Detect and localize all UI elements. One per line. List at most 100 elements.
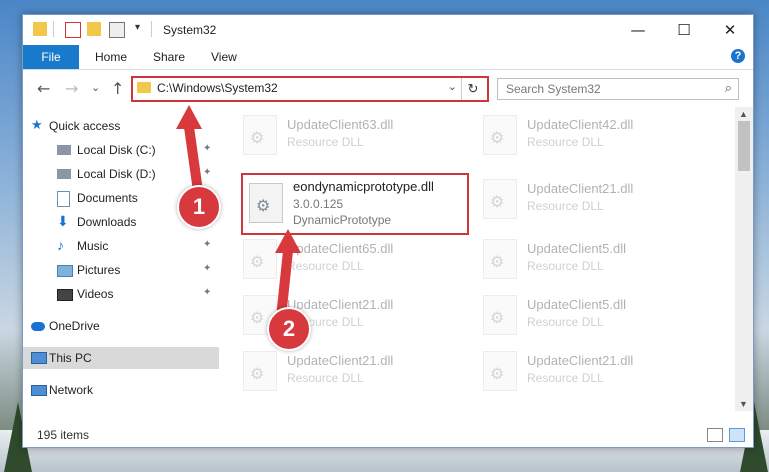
star-icon: ★ — [31, 117, 43, 132]
downloads-icon: ⬇ — [57, 213, 69, 229]
search-input[interactable]: Search System32 ⌕ — [497, 78, 739, 100]
item-count: 195 items — [37, 428, 90, 442]
file-type: Resource DLL — [287, 259, 364, 273]
file-name: UpdateClient5.dll — [527, 297, 627, 312]
file-item-selected[interactable]: ⚙ eondynamicprototype.dll 3.0.0.125 Dyna… — [241, 173, 469, 235]
pin-icon[interactable]: ✦ — [203, 263, 211, 274]
divider — [151, 21, 152, 37]
close-button[interactable]: ✕ — [707, 15, 753, 45]
navigation-bar: ← → ⌄ ↑ C:\Windows\System32 ⌄ ↻ Search S… — [23, 70, 753, 106]
file-item[interactable]: ⚙ UpdateClient21.dll Resource DLL — [483, 347, 713, 397]
file-item[interactable]: ⚙ UpdateClient5.dll Resource DLL — [483, 235, 713, 285]
file-name: UpdateClient5.dll — [527, 241, 627, 256]
cloud-icon — [31, 322, 45, 331]
window-title: System32 — [163, 23, 217, 37]
up-button[interactable]: ↑ — [111, 79, 124, 98]
sidebar-item-music[interactable]: ♪ Music ✦ — [23, 235, 219, 257]
file-type: Resource DLL — [527, 135, 604, 149]
sidebar-item-label: OneDrive — [49, 319, 100, 333]
properties-icon[interactable] — [65, 22, 81, 38]
file-type: Resource DLL — [287, 135, 364, 149]
forward-button[interactable]: → — [65, 79, 78, 98]
pin-icon[interactable]: ✦ — [203, 287, 211, 298]
sidebar-item-label: Local Disk (C:) — [77, 143, 156, 157]
minimize-button[interactable]: — — [615, 15, 661, 45]
sidebar-item-label: This PC — [49, 351, 92, 365]
file-description: DynamicPrototype — [293, 213, 392, 227]
file-name: UpdateClient65.dll — [287, 241, 394, 256]
tab-share[interactable]: Share — [153, 45, 185, 69]
annotation-arrow-head — [275, 229, 301, 253]
ribbon-tabs: File Home Share View ? — [23, 45, 753, 70]
help-icon[interactable]: ? — [731, 49, 745, 63]
dll-file-icon: ⚙ — [243, 351, 277, 391]
refresh-button[interactable]: ↻ — [461, 78, 484, 100]
status-bar: 195 items — [23, 421, 753, 447]
annotation-arrow-head — [176, 105, 202, 129]
scrollbar-thumb[interactable] — [738, 121, 750, 171]
sidebar-item-network[interactable]: Network — [23, 379, 219, 401]
sidebar-item-onedrive[interactable]: OneDrive — [23, 315, 219, 337]
sidebar-item-this-pc[interactable]: This PC — [23, 347, 219, 369]
pin-icon[interactable]: ✦ — [203, 167, 211, 178]
chevron-down-icon[interactable]: ⌄ — [448, 80, 457, 93]
file-name: UpdateClient21.dll — [287, 297, 394, 312]
large-icons-view-icon[interactable] — [729, 428, 745, 442]
back-button[interactable]: ← — [37, 79, 50, 98]
pin-icon[interactable]: ✦ — [203, 143, 211, 154]
chevron-down-icon[interactable]: ▾ — [135, 22, 140, 33]
drive-icon — [57, 169, 71, 179]
recent-locations-button[interactable]: ⌄ — [91, 81, 100, 94]
maximize-button[interactable]: ☐ — [661, 15, 707, 45]
details-view-icon[interactable] — [707, 428, 723, 442]
music-icon: ♪ — [57, 237, 64, 253]
file-list: ⚙ UpdateClient63.dll Resource DLL ⚙ eond… — [219, 107, 735, 411]
file-item[interactable]: ⚙ UpdateClient21.dll Resource DLL — [243, 347, 473, 397]
file-name: UpdateClient21.dll — [287, 353, 394, 368]
file-item[interactable]: ⚙ UpdateClient5.dll Resource DLL — [483, 291, 713, 341]
file-name: UpdateClient42.dll — [527, 117, 634, 132]
file-type: Resource DLL — [527, 199, 604, 213]
folder-icon — [33, 22, 47, 36]
customize-toolbar-icon[interactable] — [109, 22, 125, 38]
dll-file-icon: ⚙ — [249, 183, 283, 223]
tab-home[interactable]: Home — [95, 45, 127, 69]
sidebar-item-videos[interactable]: Videos ✦ — [23, 283, 219, 305]
search-placeholder: Search System32 — [506, 82, 601, 96]
documents-icon — [57, 191, 70, 207]
address-path[interactable]: C:\Windows\System32 — [157, 81, 278, 95]
pictures-icon — [57, 265, 73, 277]
file-name: UpdateClient21.dll — [527, 181, 634, 196]
pin-icon[interactable]: ✦ — [203, 239, 211, 250]
scroll-down-icon[interactable]: ▼ — [739, 399, 748, 409]
dll-file-icon: ⚙ — [483, 239, 517, 279]
sidebar-item-label: Network — [49, 383, 94, 397]
scroll-up-icon[interactable]: ▲ — [739, 109, 748, 119]
vertical-scrollbar[interactable]: ▲ ▼ — [735, 107, 753, 411]
search-icon[interactable]: ⌕ — [725, 80, 732, 96]
file-type: Resource DLL — [527, 315, 604, 329]
sidebar-item-pictures[interactable]: Pictures ✦ — [23, 259, 219, 281]
computer-icon — [31, 352, 47, 364]
videos-icon — [57, 289, 73, 301]
file-type: Resource DLL — [287, 371, 364, 385]
file-item[interactable]: ⚙ UpdateClient21.dll Resource DLL — [483, 175, 713, 225]
file-item[interactable]: ⚙ UpdateClient63.dll Resource DLL — [243, 111, 473, 161]
sidebar-item-label: Documents — [77, 191, 138, 205]
file-name: eondynamicprototype.dll — [293, 179, 434, 194]
drive-icon — [57, 145, 71, 155]
sidebar-item-label: Local Disk (D:) — [77, 167, 156, 181]
sidebar-item-label: Music — [77, 239, 109, 253]
tab-file[interactable]: File — [23, 45, 79, 69]
tab-view[interactable]: View — [211, 45, 237, 69]
dll-file-icon: ⚙ — [243, 115, 277, 155]
dll-file-icon: ⚙ — [243, 239, 277, 279]
step-badge-1: 1 — [177, 185, 221, 229]
new-folder-icon[interactable] — [87, 22, 101, 36]
address-bar[interactable]: C:\Windows\System32 ⌄ ↻ — [131, 76, 489, 102]
sidebar-item-label: Videos — [77, 287, 114, 301]
divider — [53, 21, 54, 37]
file-item[interactable]: ⚙ UpdateClient42.dll Resource DLL — [483, 111, 713, 161]
dll-file-icon: ⚙ — [483, 295, 517, 335]
folder-icon — [137, 82, 151, 93]
